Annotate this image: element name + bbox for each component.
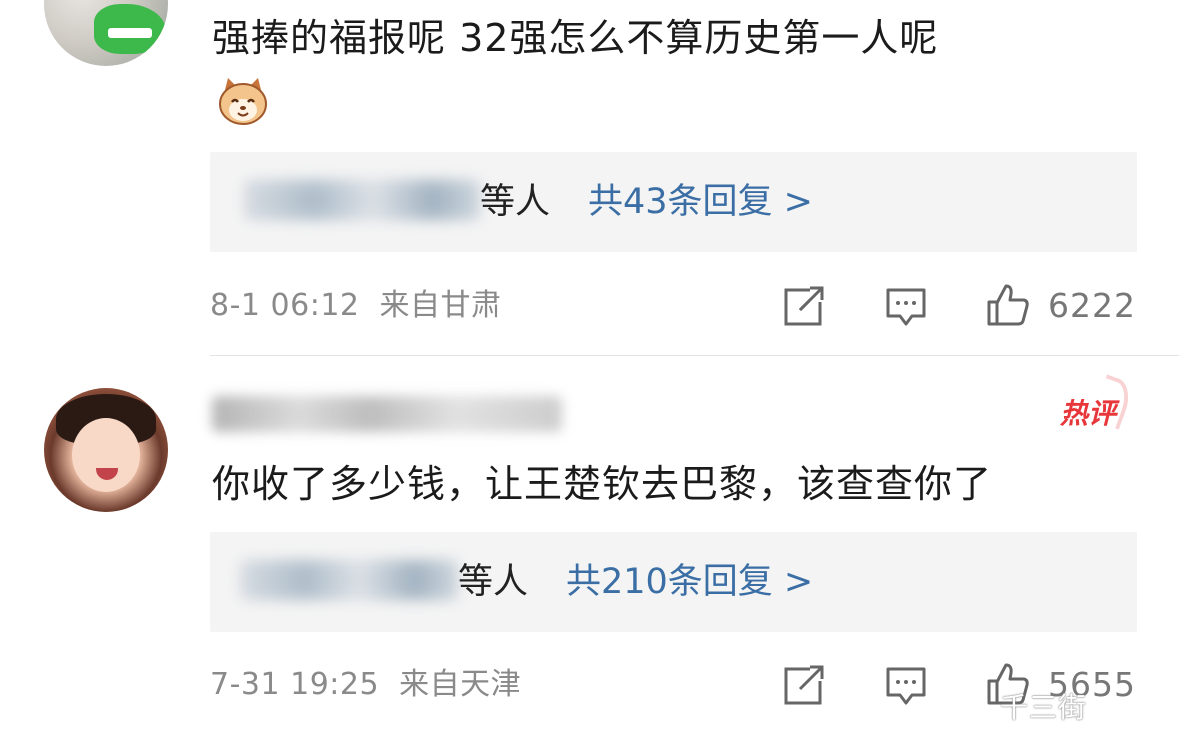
like-icon[interactable] xyxy=(986,282,1030,326)
hot-comment-badge: 热评 xyxy=(1060,392,1116,432)
reply-count-link[interactable]: 共43条回复 > xyxy=(588,180,813,224)
user-avatar[interactable] xyxy=(44,0,168,66)
reply-summary[interactable]: 等人 共210条回复 > xyxy=(210,532,1137,632)
comment-text: 你收了多少钱，让王楚钦去巴黎，该查查你了 xyxy=(212,462,993,506)
reply-users-suffix: 等人 xyxy=(458,562,529,602)
blurred-usernames xyxy=(244,180,480,220)
blurred-username[interactable] xyxy=(212,396,562,432)
comment-icon[interactable] xyxy=(884,284,928,328)
share-icon[interactable] xyxy=(782,663,826,707)
comment-divider xyxy=(210,355,1179,356)
blurred-usernames xyxy=(240,560,458,600)
like-count: 6222 xyxy=(1048,286,1136,325)
watermark: 千三街 xyxy=(1000,691,1088,724)
reply-count-link[interactable]: 共210条回复 > xyxy=(566,560,813,604)
comment-location: 来自甘肃 xyxy=(379,288,502,323)
comment-date: 7-31 19:25 xyxy=(210,667,380,702)
cat-face-emoji-icon xyxy=(219,78,267,125)
comment-text: 强捧的福报呢 32强怎么不算历史第一人呢 xyxy=(212,16,939,60)
comment-date: 8-1 06:12 xyxy=(210,288,360,323)
crocodile-toy-image xyxy=(94,4,166,54)
comment-meta: 8-1 06:12 来自甘肃 xyxy=(210,286,502,326)
comment-icon[interactable] xyxy=(884,663,928,707)
user-avatar[interactable] xyxy=(44,388,168,512)
reply-users-suffix: 等人 xyxy=(480,182,551,222)
avatar-face xyxy=(72,418,140,492)
comment-meta: 7-31 19:25 来自天津 xyxy=(210,665,521,705)
reply-summary[interactable]: 等人 共43条回复 > xyxy=(210,152,1137,252)
comment-location: 来自天津 xyxy=(399,667,522,702)
share-icon[interactable] xyxy=(782,284,826,328)
